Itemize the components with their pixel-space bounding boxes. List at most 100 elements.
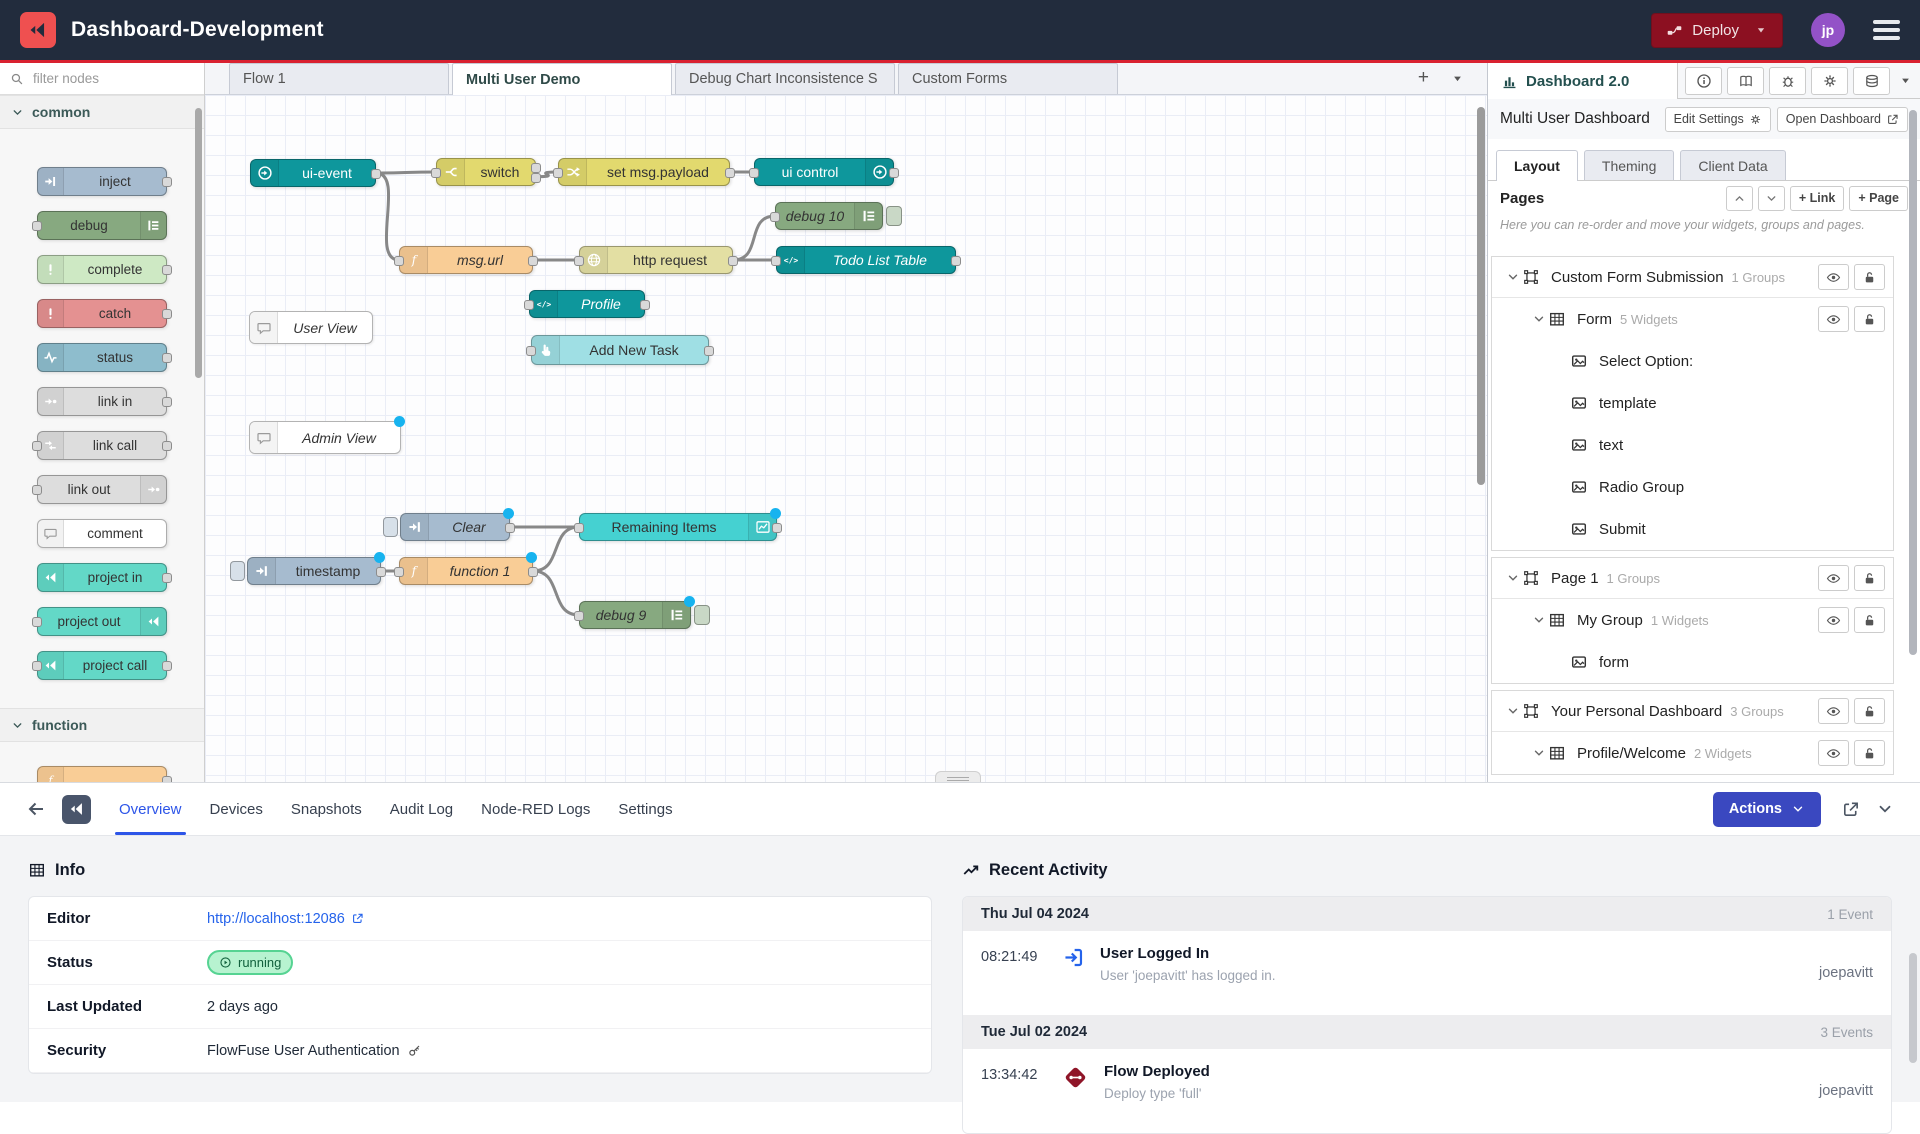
tree-page-row[interactable]: Your Personal Dashboard3 Groups	[1492, 691, 1893, 732]
flow-node-admin-view[interactable]: Admin View	[249, 421, 401, 454]
instance-tab-settings[interactable]: Settings	[604, 783, 686, 835]
node-port-out[interactable]	[528, 567, 538, 577]
chevron-down-icon[interactable]	[1532, 613, 1546, 627]
node-port-in[interactable]	[574, 611, 584, 621]
visibility-toggle-button[interactable]	[1818, 565, 1849, 591]
node-debug-toggle-button[interactable]	[694, 605, 710, 625]
node-port-in[interactable]	[32, 617, 42, 627]
flow-canvas[interactable]: ui-eventswitchset msg.payloadui controld…	[205, 95, 1487, 782]
collapse-panel-icon[interactable]	[1876, 800, 1894, 818]
node-port-in[interactable]	[574, 256, 584, 266]
instance-tab-audit-log[interactable]: Audit Log	[376, 783, 467, 835]
flow-node-ui-control[interactable]: ui control	[754, 158, 894, 186]
instance-tab-devices[interactable]: Devices	[196, 783, 277, 835]
flow-node-clear[interactable]: Clear	[400, 513, 510, 541]
node-port-out[interactable]	[162, 177, 172, 187]
node-port-out[interactable]	[704, 346, 714, 356]
node-port-out[interactable]	[889, 168, 899, 178]
sidebar-settings-button[interactable]	[1811, 67, 1848, 95]
lock-toggle-button[interactable]	[1854, 306, 1885, 332]
palette-node-link call[interactable]: link call	[37, 431, 167, 460]
flow-node-user-view[interactable]: User View	[249, 311, 373, 344]
palette-node-comment[interactable]: comment	[37, 519, 167, 548]
flow-node-timestamp[interactable]: timestamp	[247, 557, 381, 585]
flow-node-add-task[interactable]: Add New Task	[531, 335, 709, 365]
node-port-out[interactable]	[162, 353, 172, 363]
palette-node-project call[interactable]: project call	[37, 651, 167, 680]
instance-tab-snapshots[interactable]: Snapshots	[277, 783, 376, 835]
chevron-down-icon[interactable]	[1506, 571, 1520, 585]
chevron-down-icon[interactable]	[1506, 704, 1520, 718]
tab-layout[interactable]: Layout	[1496, 150, 1578, 181]
flow-tab-multi-user-demo[interactable]: Multi User Demo	[452, 63, 672, 95]
node-port-out[interactable]	[951, 256, 961, 266]
flow-node-remaining[interactable]: Remaining Items	[579, 513, 777, 541]
tree-widget-row[interactable]: Radio Group	[1492, 466, 1893, 508]
tab-theming[interactable]: Theming	[1584, 150, 1674, 180]
node-port-out[interactable]	[162, 661, 172, 671]
node-inject-button[interactable]	[383, 517, 398, 537]
node-port-out[interactable]	[162, 441, 172, 451]
node-port-out[interactable]	[728, 256, 738, 266]
node-port-in[interactable]	[771, 256, 781, 266]
palette-node-link in[interactable]: link in	[37, 387, 167, 416]
flow-node-switch[interactable]: switch	[436, 158, 536, 186]
node-port-in[interactable]	[32, 485, 42, 495]
tab-client-data[interactable]: Client Data	[1680, 150, 1785, 180]
flow-node-http-request[interactable]: http request	[579, 246, 733, 274]
node-port-out[interactable]	[162, 397, 172, 407]
node-port-out[interactable]	[371, 169, 381, 179]
node-port-out[interactable]	[531, 173, 541, 183]
node-port-out[interactable]	[162, 265, 172, 275]
palette-category-header-common[interactable]: common	[0, 95, 204, 129]
node-port-in[interactable]	[526, 346, 536, 356]
actions-button[interactable]: Actions	[1713, 792, 1821, 827]
instance-scrollbar[interactable]	[1909, 953, 1917, 1063]
chevron-down-icon[interactable]	[1532, 312, 1546, 326]
sidebar-debug-button[interactable]	[1769, 67, 1806, 95]
node-port-in[interactable]	[770, 212, 780, 222]
visibility-toggle-button[interactable]	[1818, 607, 1849, 633]
tree-widget-row[interactable]: Select Option:	[1492, 340, 1893, 382]
flow-tab-flow-1[interactable]: Flow 1	[229, 63, 449, 94]
palette-node-inject[interactable]: inject	[37, 167, 167, 196]
sidebar-info-button[interactable]	[1685, 67, 1722, 95]
node-port-out[interactable]	[505, 523, 515, 533]
open-editor-icon[interactable]	[1841, 800, 1860, 819]
flow-node-msg-url[interactable]: fmsg.url	[399, 246, 533, 274]
tree-page-row[interactable]: Custom Form Submission1 Groups	[1492, 257, 1893, 298]
node-port-out[interactable]	[531, 163, 541, 173]
palette-category-header-function[interactable]: function	[0, 708, 204, 742]
flow-node-debug-9[interactable]: debug 9	[579, 601, 691, 629]
node-port-in[interactable]	[32, 661, 42, 671]
instance-tab-overview[interactable]: Overview	[105, 783, 196, 835]
user-avatar[interactable]: jp	[1811, 13, 1845, 47]
deploy-button[interactable]: Deploy	[1651, 13, 1783, 48]
flow-node-ui-event[interactable]: ui-event	[250, 159, 376, 187]
main-menu-button[interactable]	[1873, 20, 1900, 40]
collapse-all-button[interactable]	[1726, 186, 1753, 211]
node-port-in[interactable]	[394, 256, 404, 266]
node-port-out[interactable]	[162, 573, 172, 583]
node-port-in[interactable]	[574, 523, 584, 533]
visibility-toggle-button[interactable]	[1818, 740, 1849, 766]
panel-drag-handle[interactable]	[935, 771, 981, 782]
node-port-in[interactable]	[749, 168, 759, 178]
instance-tab-node-red-logs[interactable]: Node-RED Logs	[467, 783, 604, 835]
node-port-out[interactable]	[376, 567, 386, 577]
node-port-in[interactable]	[394, 567, 404, 577]
expand-all-button[interactable]	[1758, 186, 1785, 211]
palette-node-project out[interactable]: project out	[37, 607, 167, 636]
edit-settings-button[interactable]: Edit Settings	[1665, 107, 1771, 132]
tree-widget-row[interactable]: Submit	[1492, 508, 1893, 550]
palette-node-catch[interactable]: catch	[37, 299, 167, 328]
chevron-down-icon[interactable]	[1506, 270, 1520, 284]
lock-toggle-button[interactable]	[1854, 698, 1885, 724]
add-link-button[interactable]: + Link	[1790, 186, 1844, 211]
palette-search-input[interactable]	[31, 70, 161, 87]
node-port-out[interactable]	[162, 309, 172, 319]
node-port-out[interactable]	[725, 168, 735, 178]
visibility-toggle-button[interactable]	[1818, 698, 1849, 724]
palette-node-status[interactable]: status	[37, 343, 167, 372]
node-port-out[interactable]	[528, 256, 538, 266]
